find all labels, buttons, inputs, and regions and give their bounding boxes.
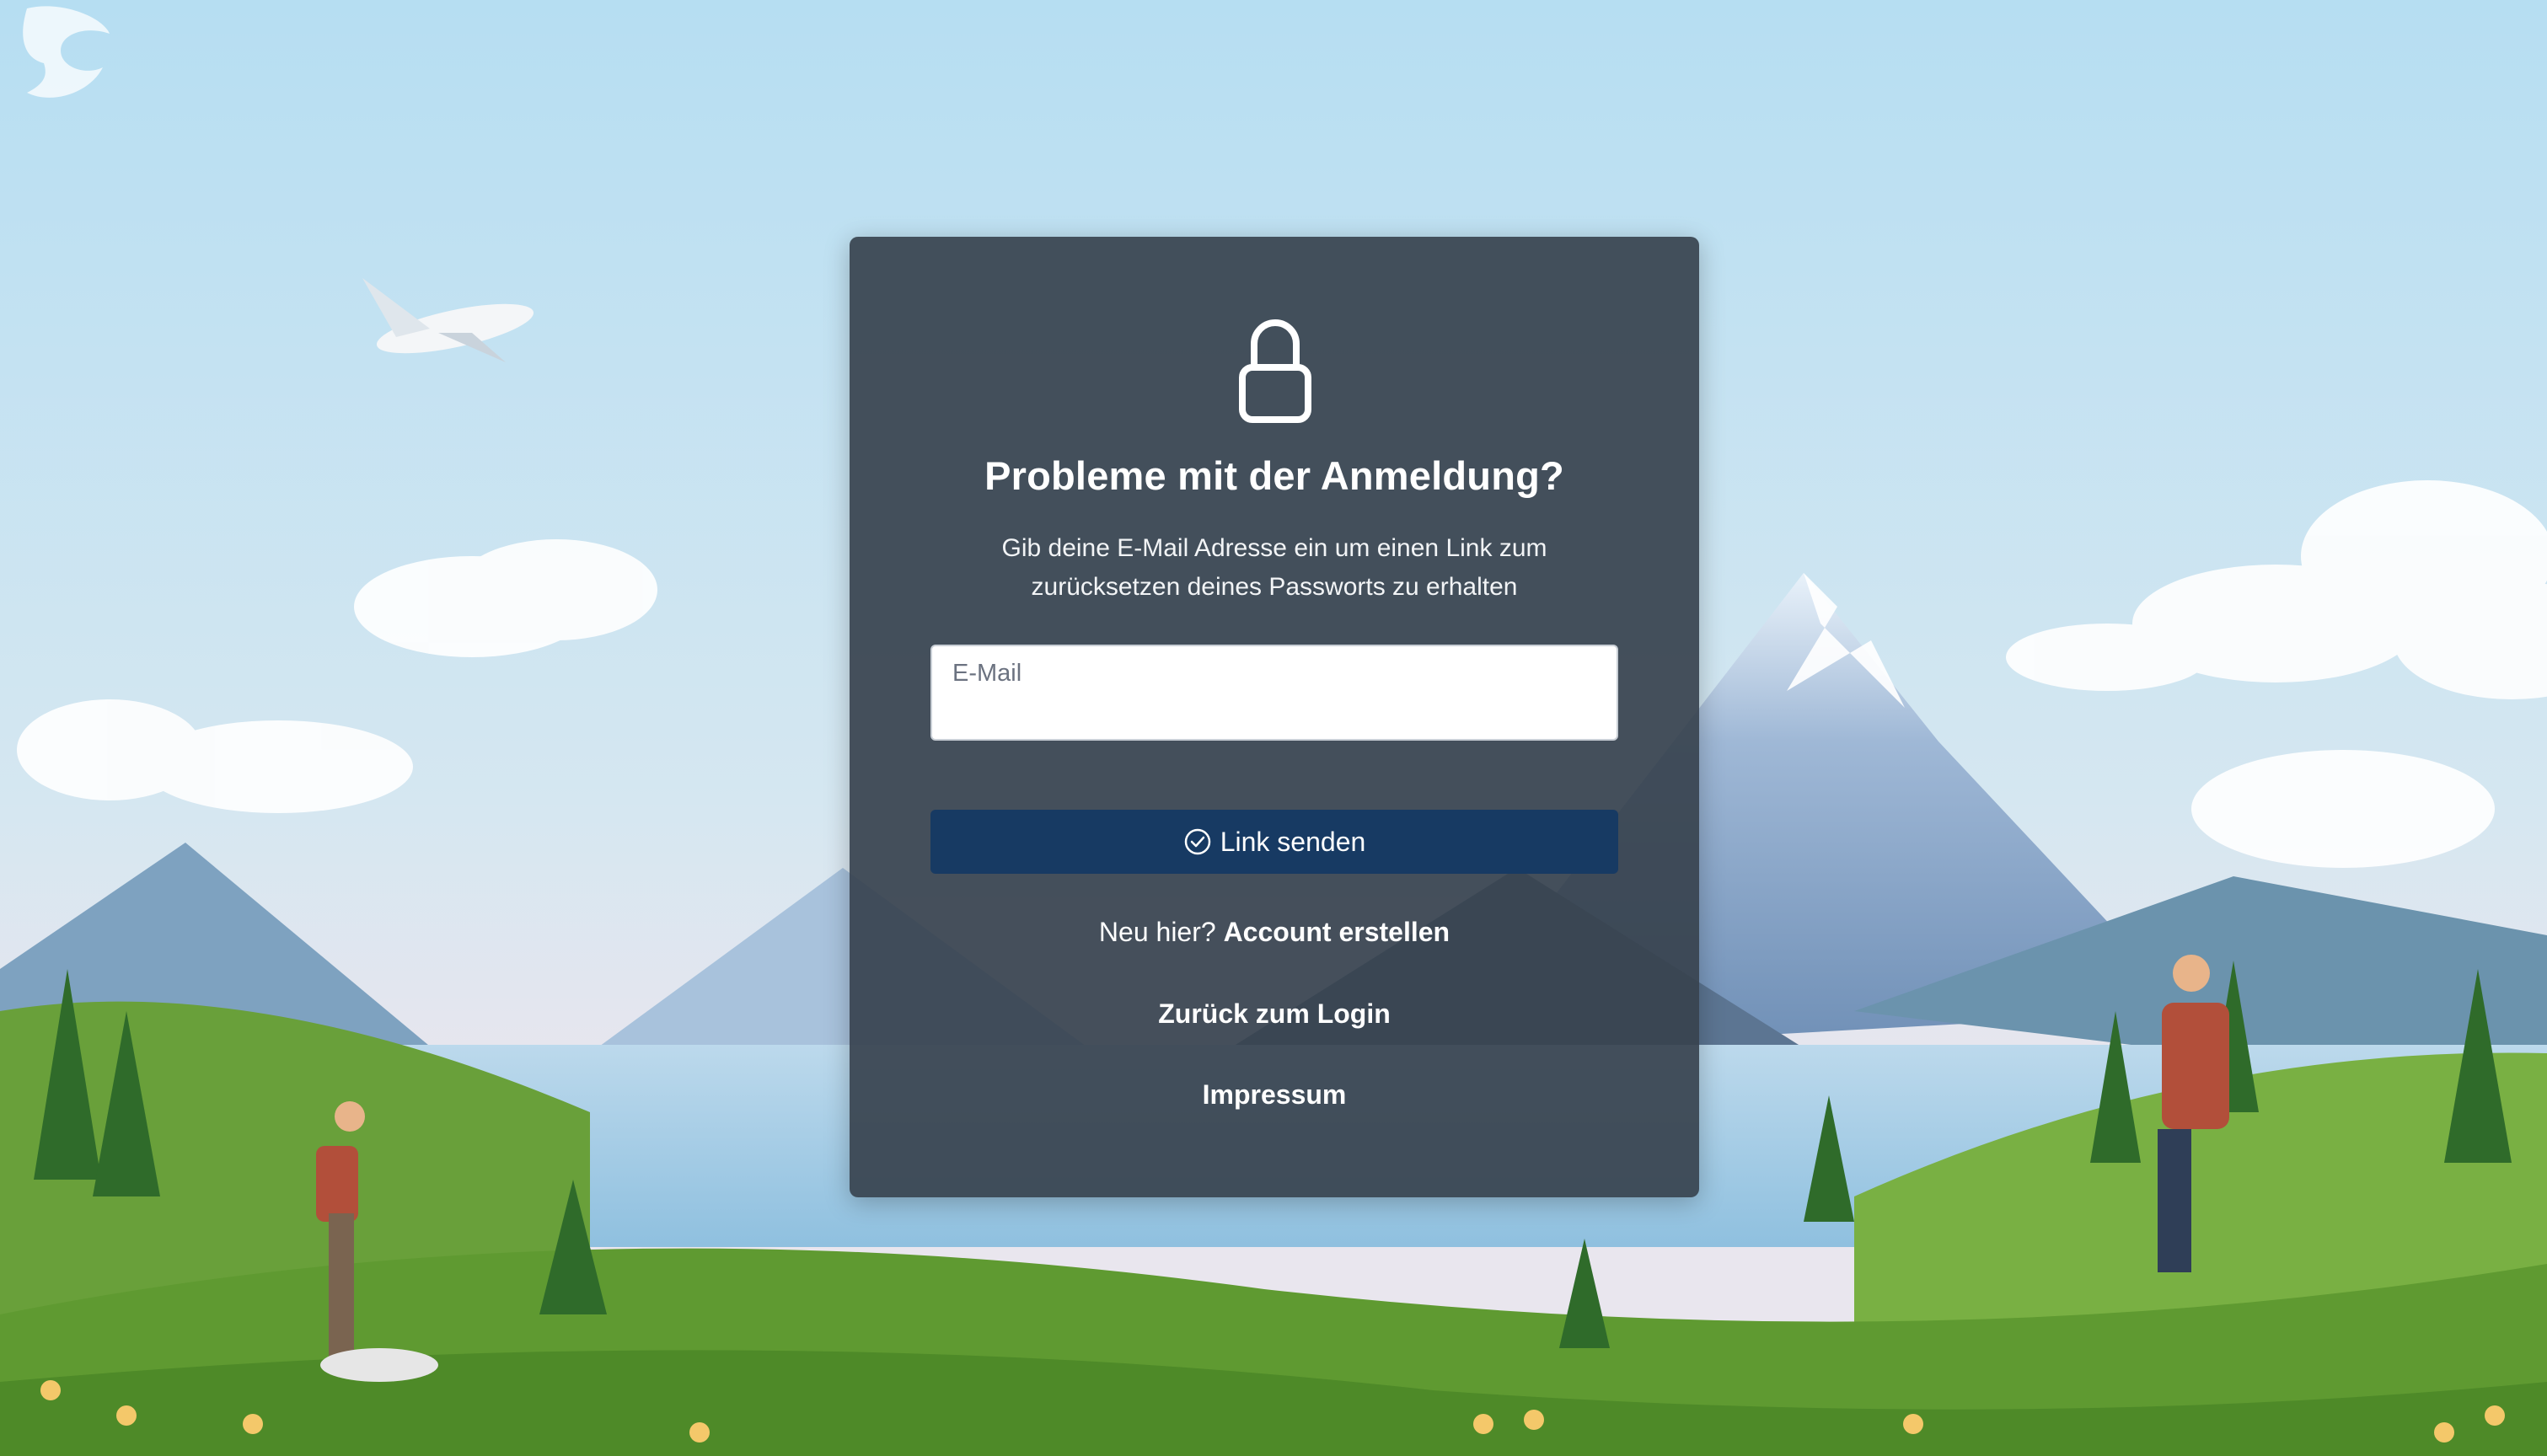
back-to-login-row: Zurück zum Login: [850, 998, 1699, 1030]
instructions-text: Gib deine E-Mail Adresse ein um einen Li…: [1001, 534, 1547, 601]
email-input[interactable]: [951, 690, 1598, 729]
lock-icon: [1239, 319, 1311, 423]
email-field[interactable]: E-Mail: [930, 645, 1618, 741]
send-link-label: Link senden: [1220, 826, 1366, 857]
create-account-link[interactable]: Account erstellen: [1224, 917, 1450, 947]
dragon-logo-icon: [23, 6, 110, 98]
check-circle-icon: [1184, 828, 1210, 855]
imprint-link[interactable]: Impressum: [1203, 1079, 1347, 1110]
email-label: E-Mail: [952, 660, 1022, 687]
back-to-login-link[interactable]: Zurück zum Login: [1158, 998, 1391, 1029]
signup-prompt: Neu hier? Account erstellen: [850, 917, 1699, 948]
page-title: Probleme mit der Anmeldung?: [984, 453, 1564, 498]
imprint-row: Impressum: [850, 1079, 1699, 1111]
send-link-button[interactable]: Link senden: [930, 810, 1618, 874]
new-here-text: Neu hier?: [1098, 917, 1224, 947]
reset-password-card: Probleme mit der Anmeldung? Gib deine E-…: [850, 237, 1699, 1197]
